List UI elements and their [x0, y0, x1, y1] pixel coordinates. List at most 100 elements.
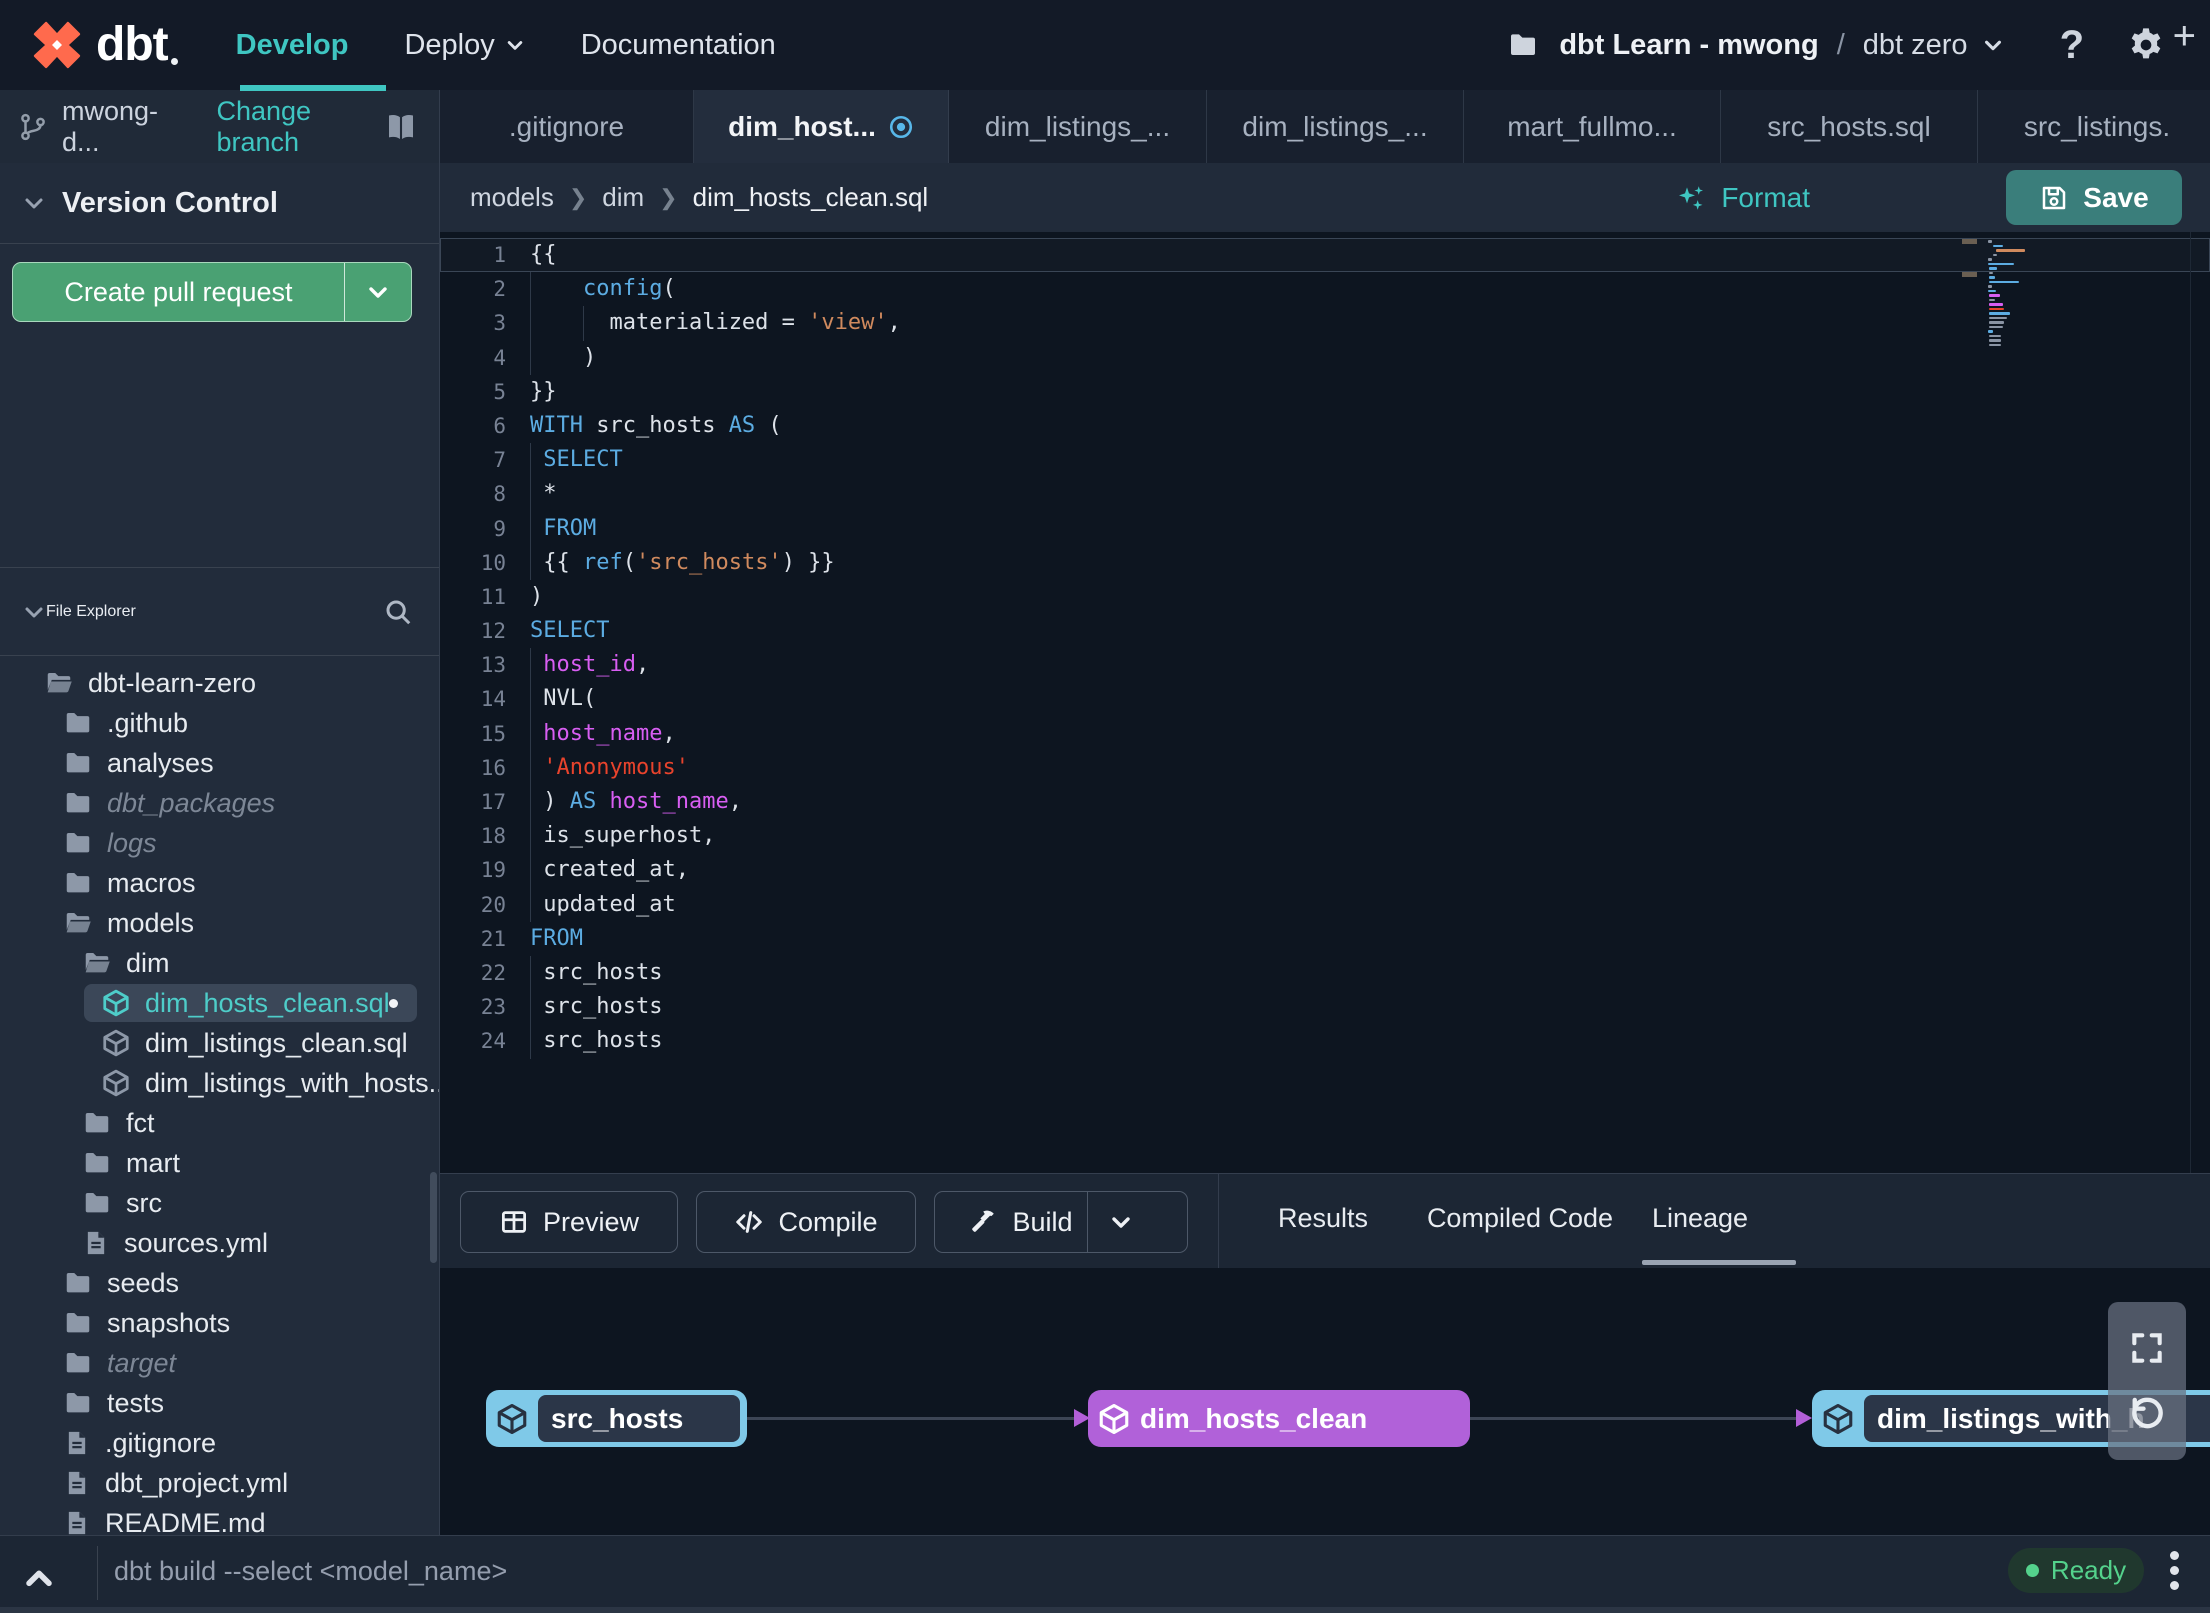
nav-item-deploy[interactable]: Deploy — [404, 29, 524, 62]
file-tree-item-seeds[interactable]: seeds — [0, 1263, 439, 1303]
file-tree-item-fct[interactable]: fct — [0, 1103, 439, 1143]
file-tree-item-dim_listings_clean.sql[interactable]: dim_listings_clean.sql — [0, 1023, 439, 1063]
line-content: FROM — [530, 925, 583, 951]
project-name[interactable]: dbt Learn - mwong — [1559, 29, 1818, 62]
chevron-up-icon[interactable] — [22, 1562, 56, 1596]
editor-tab-mart_fullmo...[interactable]: mart_fullmo... — [1464, 90, 1721, 163]
lineage-node-dim_hosts_clean[interactable]: dim_hosts_clean — [1088, 1390, 1470, 1447]
build-dropdown[interactable] — [1086, 1192, 1154, 1252]
code-line-18[interactable]: 18 is_superhost, — [440, 819, 2210, 853]
chevron-down-icon[interactable] — [22, 600, 46, 624]
fullscreen-icon[interactable] — [2128, 1329, 2166, 1367]
file-tree-item-README.md[interactable]: README.md — [0, 1503, 439, 1535]
help-icon[interactable]: ? — [2060, 23, 2084, 68]
search-icon[interactable] — [383, 597, 413, 627]
code-line-15[interactable]: 15 host_name, — [440, 717, 2210, 751]
file-tree-item-logs[interactable]: logs — [0, 823, 439, 863]
breadcrumb-item[interactable]: dim_hosts_clean.sql — [693, 182, 929, 213]
code-line-6[interactable]: 6 WITH src_hosts AS ( — [440, 409, 2210, 443]
gear-icon[interactable] — [2126, 25, 2166, 65]
file-tree-item-dim[interactable]: dim — [0, 943, 439, 983]
lineage-panel[interactable]: src_hosts dim_hosts_clean dim_listings_wit… — [440, 1268, 2210, 1535]
docs-book-icon[interactable] — [383, 109, 419, 145]
code-line-21[interactable]: 21 FROM — [440, 922, 2210, 956]
modified-indicator-icon[interactable] — [888, 114, 914, 140]
code-line-12[interactable]: 12 SELECT — [440, 614, 2210, 648]
file-tree-item-dbt_project.yml[interactable]: dbt_project.yml — [0, 1463, 439, 1503]
code-line-5[interactable]: 5}} — [440, 375, 2210, 409]
file-tree-item-sources.yml[interactable]: sources.yml — [0, 1223, 439, 1263]
file-tree-item-models[interactable]: models — [0, 903, 439, 943]
file-tree-item-snapshots[interactable]: snapshots — [0, 1303, 439, 1343]
file-tree-item-macros[interactable]: macros — [0, 863, 439, 903]
editor-tab-src_listings.[interactable]: src_listings. — [1978, 90, 2210, 163]
editor-tab-src_hosts.sql[interactable]: src_hosts.sql — [1721, 90, 1978, 163]
file-tree-item-.github[interactable]: .github — [0, 703, 439, 743]
preview-button[interactable]: Preview — [460, 1191, 678, 1253]
tab-compiled-code[interactable]: Compiled Code — [1400, 1174, 1640, 1262]
compile-button[interactable]: Compile — [696, 1191, 916, 1253]
file-tree-item-dim_hosts_clean.sql[interactable]: dim_hosts_clean.sql — [0, 983, 439, 1023]
code-line-16[interactable]: 16 'Anonymous' — [440, 751, 2210, 785]
editor-tab-.gitignore[interactable]: .gitignore — [440, 90, 694, 163]
file-tree-item-dbt_packages[interactable]: dbt_packages — [0, 783, 439, 823]
code-line-11[interactable]: 11) — [440, 580, 2210, 614]
editor-tab-dim_listings_...[interactable]: dim_listings_... — [1207, 90, 1464, 163]
file-tree-item-.gitignore[interactable]: .gitignore — [0, 1423, 439, 1463]
file-tree-item-tests[interactable]: tests — [0, 1383, 439, 1423]
code-line-19[interactable]: 19 created_at, — [440, 853, 2210, 887]
minimap[interactable] — [1988, 240, 2046, 348]
save-button[interactable]: Save — [2006, 170, 2182, 225]
code-line-10[interactable]: 10 {{ ref('src_hosts') }} — [440, 546, 2210, 580]
overview-ruler-mark — [1962, 239, 1977, 244]
code-line-1[interactable]: 1 {{ — [440, 238, 2210, 273]
branch-name[interactable]: mwong-d... — [62, 96, 182, 158]
file-tree-item-dbt-learn-zero[interactable]: dbt-learn-zero — [0, 663, 439, 703]
code-line-22[interactable]: 22 src_hosts — [440, 956, 2210, 990]
nav-item-documentation[interactable]: Documentation — [581, 29, 776, 62]
file-explorer-header[interactable]: File Explorer — [0, 567, 439, 656]
breadcrumb-item[interactable]: models — [470, 182, 554, 213]
environment-name[interactable]: dbt zero — [1863, 29, 1968, 62]
code-line-7[interactable]: 7 SELECT — [440, 443, 2210, 477]
code-line-8[interactable]: 8 * — [440, 477, 2210, 511]
file-tree-item-mart[interactable]: mart — [0, 1143, 439, 1183]
code-line-2[interactable]: 2 config( — [440, 272, 2210, 306]
dbt-logo[interactable]: dbt — [28, 16, 178, 74]
create-pull-request-button[interactable]: Create pull request — [12, 262, 412, 322]
code-line-13[interactable]: 13 host_id, — [440, 648, 2210, 682]
version-control-header[interactable]: Version Control — [0, 163, 439, 244]
editor-tab-dim_listings_...[interactable]: dim_listings_... — [949, 90, 1207, 163]
tab-results[interactable]: Results — [1250, 1174, 1396, 1262]
line-number: 16 — [480, 755, 506, 780]
file-tree-item-analyses[interactable]: analyses — [0, 743, 439, 783]
code-line-23[interactable]: 23 src_hosts — [440, 990, 2210, 1024]
code-line-14[interactable]: 14 NVL( — [440, 682, 2210, 716]
editor-tab-dim_host...[interactable]: dim_host... — [694, 90, 949, 163]
lineage-node-src_hosts[interactable]: src_hosts — [486, 1390, 747, 1447]
tab-lineage[interactable]: Lineage — [1620, 1174, 1780, 1262]
file-tree-item-src[interactable]: src — [0, 1183, 439, 1223]
code-line-4[interactable]: 4 ) — [440, 341, 2210, 375]
file-tree-item-target[interactable]: target — [0, 1343, 439, 1383]
command-input[interactable]: dbt build --select <model_name> — [114, 1536, 507, 1606]
pull-request-dropdown[interactable] — [344, 263, 411, 321]
code-line-3[interactable]: 3 materialized = 'view', — [440, 306, 2210, 340]
code-line-17[interactable]: 17 ) AS host_name, — [440, 785, 2210, 819]
code-line-9[interactable]: 9 FROM — [440, 512, 2210, 546]
file-tree-item-dim_listings_with_hosts...[interactable]: dim_listings_with_hosts... — [0, 1063, 439, 1103]
build-button[interactable]: Build — [934, 1191, 1188, 1253]
sidebar-scrollbar[interactable] — [430, 1172, 437, 1263]
nav-item-develop[interactable]: Develop — [236, 29, 349, 62]
chevron-down-icon[interactable] — [1982, 34, 2004, 56]
kebab-menu-icon[interactable] — [2170, 1551, 2179, 1590]
chevron-down-icon[interactable] — [22, 191, 46, 215]
change-branch-link[interactable]: Change branch — [216, 96, 383, 158]
refresh-icon[interactable] — [2126, 1392, 2168, 1434]
code-line-20[interactable]: 20 updated_at — [440, 888, 2210, 922]
code-editor[interactable]: 1{{2 config(3 materialized = 'view', 4 ) 5… — [440, 232, 2210, 1173]
breadcrumb-item[interactable]: dim — [602, 182, 644, 213]
code-line-24[interactable]: 24 src_hosts — [440, 1024, 2210, 1058]
format-button[interactable]: Format — [1675, 182, 1810, 214]
new-tab-button[interactable]: + — [2173, 0, 2196, 73]
